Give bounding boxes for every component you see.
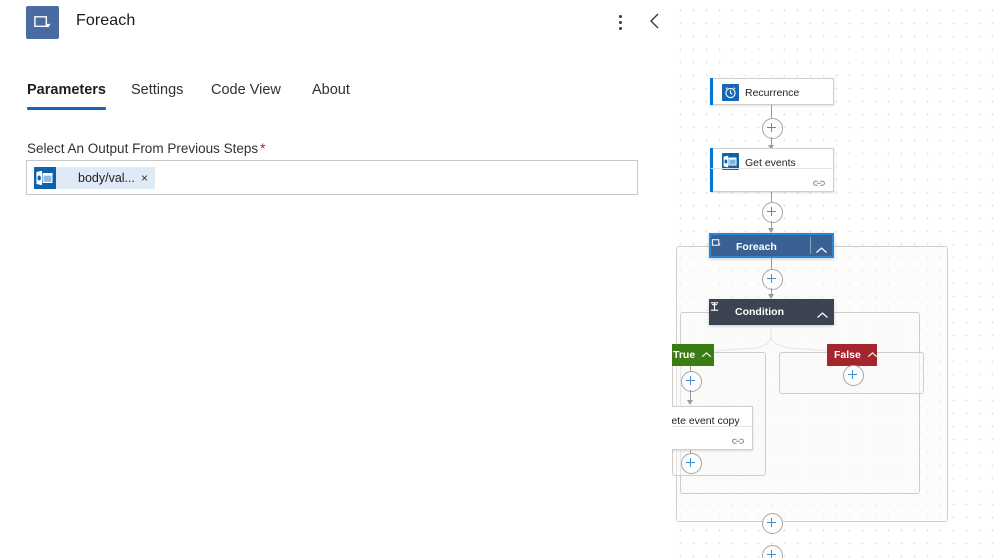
output-select-input[interactable]: body/val... × (26, 160, 638, 195)
active-tab-indicator (27, 107, 106, 110)
node-delete-event-copy[interactable]: lete event copy (672, 406, 753, 450)
branch-label-false[interactable]: False (827, 344, 877, 366)
branch-label-true[interactable]: True (672, 344, 714, 366)
add-action-button[interactable] (762, 545, 783, 558)
node-accent-bar (710, 78, 713, 105)
clock-icon (722, 84, 739, 101)
add-action-button[interactable] (843, 365, 864, 386)
node-recurrence[interactable]: Recurrence (710, 78, 834, 105)
field-label: Select An Output From Previous Steps * (27, 141, 265, 156)
token-chip[interactable]: body/val... × (34, 167, 155, 189)
add-action-button[interactable] (762, 269, 783, 290)
workflow-scene: Recurrence Get events Foreach Condition … (672, 0, 999, 558)
tab-code-view[interactable]: Code View (211, 82, 281, 98)
node-condition[interactable]: Condition (709, 299, 834, 325)
chevron-up-icon[interactable] (867, 351, 878, 359)
branch-text: False (834, 349, 861, 361)
foreach-loop-icon (711, 235, 722, 246)
node-details-panel: Foreach Parameters Settings Code View Ab… (0, 0, 672, 558)
chevron-up-icon[interactable] (816, 307, 829, 325)
add-action-button[interactable] (762, 202, 783, 223)
node-label: Foreach (736, 241, 777, 253)
page-title: Foreach (76, 12, 136, 29)
node-label: Condition (735, 306, 784, 318)
foreach-loop-icon (26, 6, 59, 39)
required-marker: * (260, 141, 266, 156)
node-label: Recurrence (745, 87, 800, 99)
chevron-up-icon[interactable] (815, 242, 828, 260)
condition-icon (709, 299, 720, 311)
node-foreach[interactable]: Foreach (709, 233, 834, 258)
add-action-button[interactable] (762, 513, 783, 534)
connector-arrow (687, 400, 693, 405)
add-action-button[interactable] (681, 371, 702, 392)
field-label-text: Select An Output From Previous Steps (27, 141, 259, 156)
app-root: Recurrence Get events Foreach Condition … (0, 0, 999, 558)
panel-header: Foreach (0, 0, 672, 46)
chevron-left-icon[interactable] (644, 9, 666, 33)
close-icon[interactable]: × (141, 172, 155, 184)
tab-settings[interactable]: Settings (131, 82, 183, 98)
link-icon[interactable] (732, 433, 744, 444)
link-icon[interactable] (813, 175, 825, 186)
workflow-canvas[interactable]: Recurrence Get events Foreach Condition … (672, 0, 999, 558)
node-divider (810, 237, 811, 254)
chevron-up-icon[interactable] (701, 351, 712, 359)
node-footer (672, 426, 752, 449)
branch-text: True (673, 349, 696, 361)
outlook-calendar-icon (34, 167, 56, 189)
token-text: body/val... (78, 171, 135, 185)
add-action-button[interactable] (681, 453, 702, 474)
node-get-events[interactable]: Get events (710, 148, 834, 192)
tab-parameters[interactable]: Parameters (27, 82, 106, 98)
more-vertical-icon[interactable] (610, 10, 630, 34)
tab-about[interactable]: About (312, 82, 350, 98)
node-footer (711, 168, 833, 191)
add-action-button[interactable] (762, 118, 783, 139)
